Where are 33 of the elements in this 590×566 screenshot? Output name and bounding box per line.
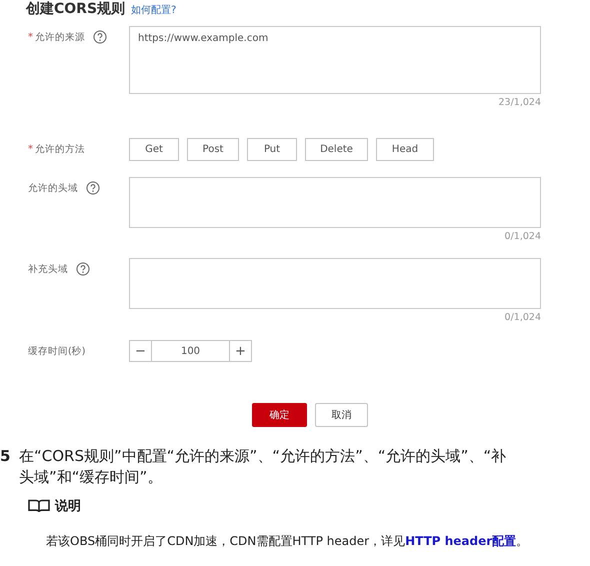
dialog-title: 创建CORS规则 bbox=[26, 0, 126, 18]
field-label: 允许的来源 bbox=[35, 30, 85, 44]
field-value: https://www.example.com bbox=[138, 33, 268, 44]
required-mark: * bbox=[28, 144, 33, 155]
field-label: 补充头域 bbox=[28, 262, 68, 276]
method-toggle[interactable]: Get bbox=[129, 138, 179, 161]
step-text: 头域”和“缓存时间”。 bbox=[19, 467, 164, 488]
book-icon bbox=[28, 499, 50, 513]
text-area[interactable]: https://www.example.com bbox=[129, 26, 541, 94]
method-toggle[interactable]: Post bbox=[187, 138, 239, 161]
field-label: 允许的方法 bbox=[35, 143, 85, 156]
note-title: 说明 bbox=[55, 498, 81, 515]
step-text: 在“CORS规则”中配置“允许的来源”、“允许的方法”、“允许的头域”、“补 bbox=[19, 446, 506, 467]
character-counter: 0/1,024 bbox=[504, 231, 541, 242]
help-link[interactable]: 如何配置? bbox=[131, 3, 176, 17]
help-icon[interactable] bbox=[76, 262, 90, 276]
method-toggle[interactable]: Put bbox=[247, 138, 297, 161]
required-mark: * bbox=[28, 32, 33, 42]
method-toggle[interactable]: Delete bbox=[305, 138, 368, 161]
help-icon[interactable] bbox=[93, 30, 107, 44]
help-icon[interactable] bbox=[86, 181, 100, 195]
note-link[interactable]: HTTP header配置 bbox=[405, 534, 516, 548]
cancel-button[interactable]: 取消 bbox=[315, 403, 368, 427]
number-input[interactable]: 100 bbox=[151, 341, 230, 361]
note-text: 若该OBS桶同时开启了CDN加速，CDN需配置HTTP header，详见HTTP header配置。 bbox=[46, 533, 530, 550]
field-label: 允许的头域 bbox=[28, 182, 78, 194]
confirm-button[interactable]: 确定 bbox=[252, 403, 307, 427]
character-counter: 23/1,024 bbox=[498, 97, 541, 108]
character-counter: 0/1,024 bbox=[504, 312, 541, 323]
step-number: 5 bbox=[0, 446, 9, 467]
method-toggle[interactable]: Head bbox=[376, 138, 434, 161]
field-label: 缓存时间(秒) bbox=[28, 345, 86, 358]
number-stepper[interactable]: − 100 + bbox=[129, 340, 252, 362]
